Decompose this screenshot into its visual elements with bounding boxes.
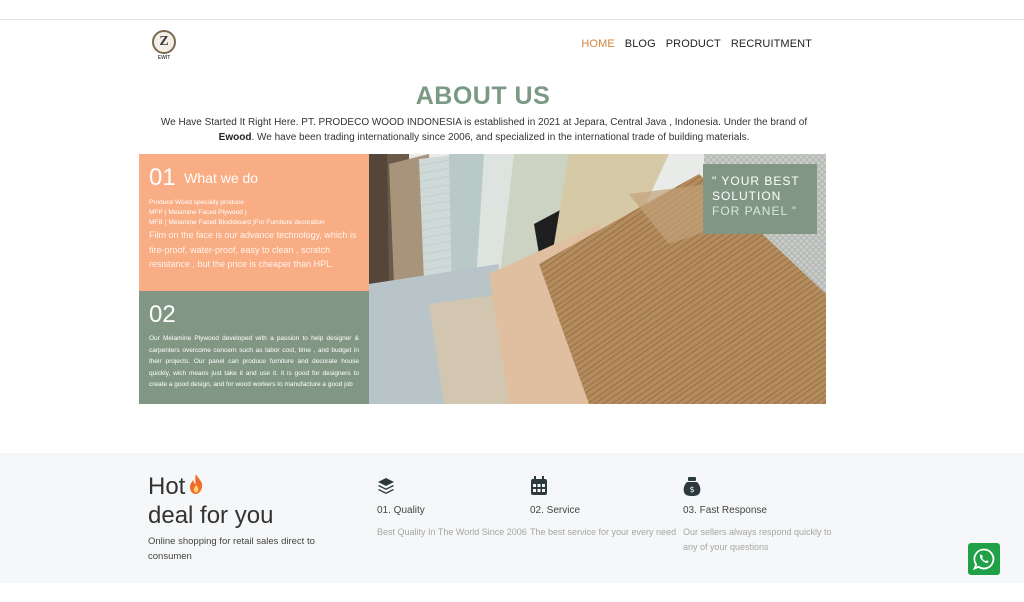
box1-line1: Produce Wood specially produce: [149, 199, 244, 206]
passion-box: 02 Our Melamine Plywood developed with a…: [139, 291, 369, 404]
box2-description: Our Melamine Plywood developed with a pa…: [149, 335, 359, 388]
hot-title-line1: Hot: [148, 473, 186, 500]
box1-title: What we do: [184, 170, 259, 186]
feature-quality-title: 01. Quality: [377, 505, 425, 516]
main-nav: HOME BLOG PRODUCT RECRUITMENT: [581, 38, 812, 50]
feature-response: $ 03. Fast Response Our sellers always r…: [683, 476, 833, 554]
about-title: ABOUT US: [415, 82, 551, 110]
hot-deal-heading: Hot deal for you: [148, 472, 273, 530]
box1-line2: MFP ( Melamine Faced Plywood ): [149, 209, 247, 216]
nav-blog[interactable]: BLOG: [625, 38, 656, 50]
feature-response-title: 03. Fast Response: [683, 505, 767, 516]
feature-service-title: 02. Service: [530, 505, 581, 516]
about-text-part2: . We have been trading internationally s…: [251, 131, 750, 143]
box1-line3: MFB ( Melamine Faced Blockboard )For Fur…: [149, 219, 325, 226]
calendar-icon: [530, 476, 548, 496]
tagline-line1: " YOUR BEST: [712, 174, 800, 188]
about-text-part1: We Have Started It Right Here. PT. PRODE…: [160, 117, 808, 128]
fire-icon: [189, 472, 203, 501]
about-panel: 01 What we do Produce Wood specially pro…: [139, 154, 826, 404]
hot-title-line2: deal for you: [148, 502, 274, 529]
nav-product[interactable]: PRODUCT: [666, 38, 721, 50]
box1-description: Film on the face is our advance technolo…: [149, 230, 357, 269]
feature-service: 02. Service The best service for your ev…: [530, 476, 680, 540]
hot-subtitle: Online shopping for retail sales direct …: [148, 536, 315, 562]
feature-service-desc: The best service for your every need: [530, 527, 677, 537]
logo-brand-text: EWIT: [157, 55, 171, 61]
about-brand: Ewood: [218, 131, 252, 143]
money-bag-icon: $: [683, 476, 701, 496]
whatsapp-button[interactable]: [968, 543, 1000, 575]
what-we-do-box: 01 What we do Produce Wood specially pro…: [139, 154, 369, 291]
nav-home[interactable]: HOME: [581, 38, 614, 50]
svg-text:$: $: [689, 485, 694, 494]
box1-number: 01: [149, 164, 176, 191]
top-divider: [0, 19, 1024, 20]
feature-quality-desc: Best Quality In The World Since 2006: [377, 527, 527, 537]
box2-number: 02: [149, 301, 176, 328]
logo-mark: Z: [152, 30, 176, 54]
tagline-box: " YOUR BEST SOLUTION FOR PANEL ": [703, 164, 817, 234]
about-description: We Have Started It Right Here. PT. PRODE…: [142, 116, 826, 145]
layers-icon: [377, 476, 395, 496]
feature-quality: 01. Quality Best Quality In The World Si…: [377, 476, 527, 540]
site-logo[interactable]: Z EWIT: [150, 30, 178, 62]
tagline-line2: SOLUTION: [712, 189, 782, 203]
whatsapp-icon: [973, 548, 995, 570]
tagline-line3: FOR PANEL ": [712, 204, 798, 218]
feature-response-desc: Our sellers always respond quickly to an…: [683, 527, 832, 552]
nav-recruitment[interactable]: RECRUITMENT: [731, 38, 812, 50]
